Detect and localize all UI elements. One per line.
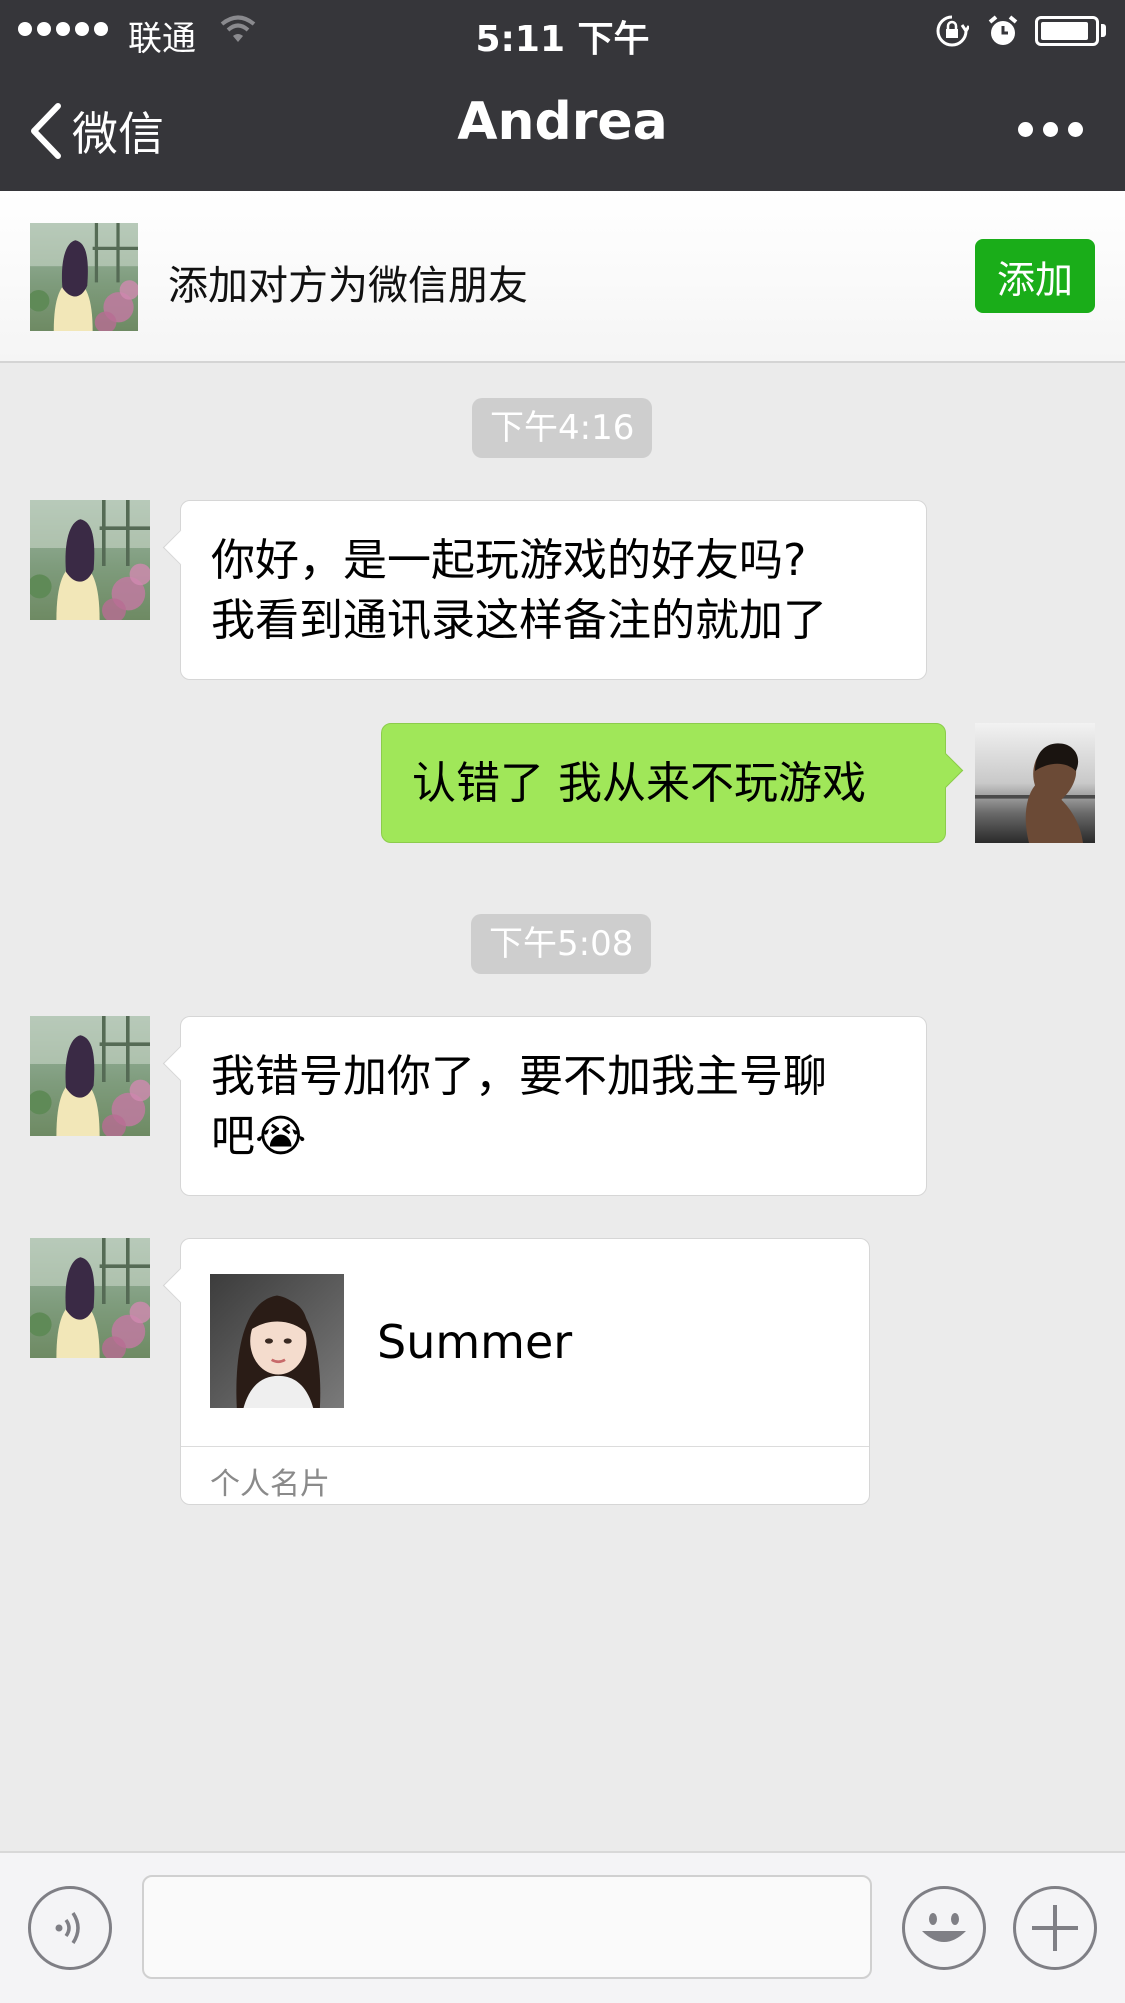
emoji-button[interactable]: [902, 1886, 986, 1970]
message-text: 认错了 我从来不玩游戏: [412, 758, 866, 809]
contact-card[interactable]: Summer 个人名片: [180, 1238, 870, 1505]
add-friend-banner: 添加对方为微信朋友 添加: [0, 191, 1125, 363]
emoji-icon: [922, 1913, 966, 1942]
more-dot-icon: [1043, 122, 1058, 137]
contact-card-name: Summer: [377, 1315, 573, 1369]
alarm-icon: [988, 15, 1018, 45]
avatar[interactable]: [30, 500, 150, 620]
my-avatar[interactable]: [975, 723, 1095, 843]
message-bubble-incoming[interactable]: 你好，是一起玩游戏的好友吗? 我看到通讯录这样备注的就加了: [180, 500, 927, 680]
message-text: 我看到通讯录这样备注的就加了: [211, 595, 827, 646]
message-text: 我错号加你了，要不加我主号聊: [211, 1051, 827, 1102]
message-text: 吧😭: [211, 1111, 307, 1162]
chat-title: Andrea: [457, 92, 668, 152]
plus-icon: [1032, 1905, 1078, 1951]
more-dot-icon: [1068, 122, 1083, 137]
avatar[interactable]: [30, 1016, 150, 1136]
input-bar: [0, 1851, 1125, 2003]
status-bar: 联通 5:11 下午: [0, 0, 1125, 62]
more-functions-button[interactable]: [1013, 1886, 1097, 1970]
more-options-button[interactable]: [1018, 122, 1083, 137]
contact-card-photo: [210, 1274, 344, 1408]
battery-icon: [1035, 16, 1099, 46]
message-text: 你好，是一起玩游戏的好友吗?: [211, 535, 807, 586]
battery-tip: [1101, 24, 1106, 37]
avatar: [30, 223, 138, 331]
voice-icon: [55, 1912, 80, 1944]
top-bar: 联通 5:11 下午 微信 Andrea: [0, 0, 1125, 191]
contact-card-label: 个人名片: [210, 1467, 330, 1502]
timestamp: 下午5:08: [471, 914, 652, 974]
message-bubble-incoming[interactable]: 我错号加你了，要不加我主号聊 吧😭: [180, 1016, 927, 1196]
battery-level: [1041, 22, 1088, 40]
message-input[interactable]: [142, 1875, 872, 1979]
add-friend-button[interactable]: 添加: [975, 239, 1095, 313]
divider: [181, 1446, 869, 1447]
add-friend-prompt: 添加对方为微信朋友: [168, 263, 528, 309]
orientation-lock-icon: [936, 15, 969, 47]
timestamp: 下午4:16: [472, 398, 653, 458]
more-dot-icon: [1018, 122, 1033, 137]
avatar[interactable]: [30, 1238, 150, 1358]
voice-button[interactable]: [28, 1886, 112, 1970]
message-bubble-outgoing[interactable]: 认错了 我从来不玩游戏: [381, 723, 946, 843]
